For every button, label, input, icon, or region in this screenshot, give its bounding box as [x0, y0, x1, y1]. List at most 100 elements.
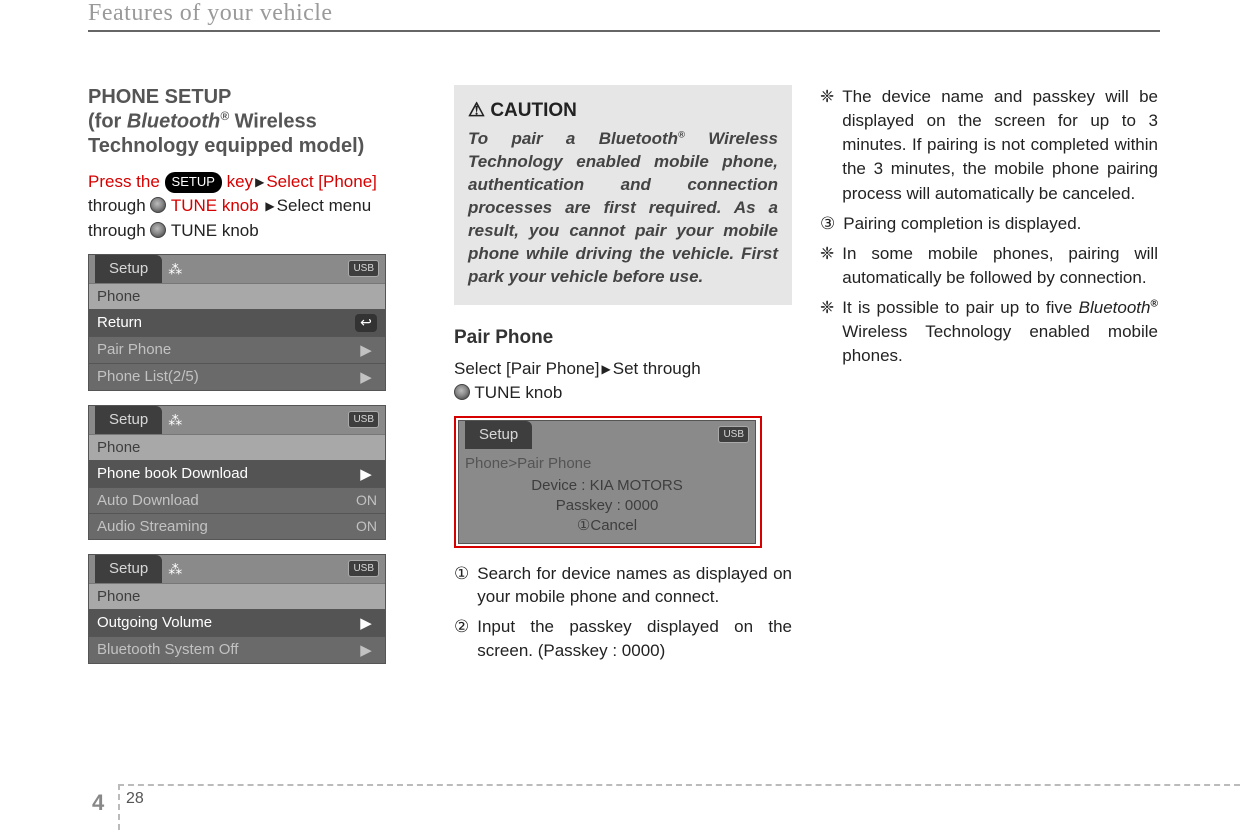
info-text-sup: ®: [1150, 298, 1158, 309]
footer-dashline: [118, 784, 1240, 786]
setup-key-icon: SETUP: [165, 172, 222, 193]
chevron-right-icon: ▶: [355, 368, 377, 386]
screen-topbar: Setup ⁂ USB: [89, 555, 385, 583]
caution-box: ⚠ CAUTION To pair a Bluetooth® Wireless …: [454, 85, 792, 305]
chevron-right-icon: ▶: [355, 465, 377, 483]
page: Features of your vehicle PHONE SETUP (fo…: [0, 0, 1240, 838]
screen-topbar: Setup USB: [459, 421, 755, 449]
row-label: Audio Streaming: [97, 518, 208, 535]
screen-row-auto-download: Auto Download ON: [89, 487, 385, 513]
info-item-2: ③ Pairing completion is displayed.: [820, 212, 1158, 236]
caution-body-pre: To pair a Bluetooth: [468, 129, 678, 148]
header-rule: [88, 30, 1160, 32]
section-title: PHONE SETUP (for Bluetooth® Wireless Tec…: [88, 85, 426, 158]
screen-row-bt-system-off: Bluetooth System Off ▶: [89, 636, 385, 663]
screen-body: Phone>Pair Phone Device : KIA MOTORS Pas…: [459, 449, 755, 543]
instr-select-phone: Select [Phone]: [266, 172, 377, 191]
instr-through2: through: [88, 221, 150, 240]
screen-pair-phone: Setup USB Phone>Pair Phone Device : KIA …: [458, 420, 756, 544]
instr-through1: through: [88, 196, 150, 215]
screen-passkey-line: Passkey : 0000: [465, 496, 749, 516]
step-number: ②: [454, 615, 469, 663]
title-line2: (for Bluetooth® Wireless Technology equi…: [88, 109, 426, 158]
caution-body-post: Wireless Technology enabled mobile phone…: [468, 129, 778, 286]
instr-select-menu: Select menu: [277, 196, 372, 215]
info-item-3: ❈ In some mobile phones, pairing will au…: [820, 242, 1158, 290]
row-label: Auto Download: [97, 492, 199, 509]
info-text: Pairing completion is displayed.: [843, 212, 1081, 236]
info-text-pre: It is possible to pair up to five: [842, 298, 1078, 317]
usb-icon: USB: [348, 260, 379, 277]
row-label: Phone book Download: [97, 465, 248, 482]
step-text: Input the passkey displayed on the scree…: [477, 615, 792, 663]
screen-subbar: Phone: [89, 434, 385, 460]
pair-phone-screen-redbox: Setup USB Phone>Pair Phone Device : KIA …: [454, 416, 762, 548]
screen-tab: Setup: [465, 421, 532, 449]
pair-phone-head: Pair Phone: [454, 327, 792, 349]
screen-phone-1: Setup ⁂ USB Phone Return ↩ Pair Phone ▶ …: [88, 254, 386, 391]
step-2: ② Input the passkey displayed on the scr…: [454, 615, 792, 663]
columns: PHONE SETUP (for Bluetooth® Wireless Tec…: [88, 85, 1160, 678]
info-text: In some mobile phones, pairing will auto…: [842, 242, 1158, 290]
instruction-block: Press the SETUP key ▶ Select [Phone] throu…: [88, 170, 426, 244]
screen-row-pair-phone: Pair Phone ▶: [89, 336, 385, 363]
title-line2-sup: ®: [220, 109, 229, 123]
warning-icon: ⚠: [468, 100, 485, 121]
instr-key-post: key: [222, 172, 253, 191]
triangle-icon: ▶: [265, 198, 274, 215]
chevron-right-icon: ▶: [355, 341, 377, 359]
pair-instr-pre: Select [Pair Phone]: [454, 359, 600, 378]
screen-row-outgoing-volume: Outgoing Volume ▶: [89, 609, 385, 636]
footer-dashcol: [118, 784, 120, 830]
caution-head-text: CAUTION: [490, 100, 577, 121]
caution-body-sup: ®: [678, 129, 685, 139]
chapter-number: 4: [92, 790, 104, 816]
usb-icon: USB: [718, 426, 749, 443]
screen-row-phonebook-download: Phone book Download ▶: [89, 460, 385, 487]
screen-subbar: Phone: [89, 583, 385, 609]
screen-row-audio-streaming: Audio Streaming ON: [89, 513, 385, 539]
row-value: ON: [356, 518, 377, 534]
row-label: Phone List(2/5): [97, 368, 199, 385]
screen-device-line: Device : KIA MOTORS: [465, 476, 749, 496]
row-label: Pair Phone: [97, 341, 171, 358]
info-item-4: ❈ It is possible to pair up to five Blue…: [820, 296, 1158, 368]
info-text: It is possible to pair up to five Blueto…: [842, 296, 1158, 368]
info-item-1: ❈ The device name and passkey will be di…: [820, 85, 1158, 206]
step-number: ①: [454, 562, 469, 610]
bluetooth-icon: ⁂: [168, 261, 180, 277]
knob-icon: [150, 197, 166, 213]
chevron-right-icon: ▶: [355, 641, 377, 659]
info-text-bt: Bluetooth: [1079, 298, 1151, 317]
screen-tab: Setup: [95, 406, 162, 434]
instr-press: Press the: [88, 172, 165, 191]
column-2: ⚠ CAUTION To pair a Bluetooth® Wireless …: [454, 85, 792, 678]
info-text-post: Wireless Technology enabled mobile phone…: [842, 322, 1158, 365]
back-icon: ↩: [355, 314, 377, 332]
column-1: PHONE SETUP (for Bluetooth® Wireless Tec…: [88, 85, 426, 678]
screen-tab: Setup: [95, 555, 162, 583]
caution-head: ⚠ CAUTION: [468, 99, 778, 122]
title-line1: PHONE SETUP: [88, 86, 231, 108]
title-line2-pre: (for: [88, 111, 127, 133]
screen-row-return: Return ↩: [89, 309, 385, 336]
title-line2-bt: Bluetooth: [127, 111, 220, 133]
screen-tab: Setup: [95, 255, 162, 283]
caution-body: To pair a Bluetooth® Wireless Technology…: [468, 128, 778, 289]
triangle-icon: ▶: [602, 361, 611, 378]
screen-topbar: Setup ⁂ USB: [89, 255, 385, 283]
page-number: 28: [126, 790, 144, 808]
chevron-right-icon: ▶: [355, 614, 377, 632]
screen-center: Device : KIA MOTORS Passkey : 0000 ①Canc…: [465, 476, 749, 537]
usb-icon: USB: [348, 560, 379, 577]
screen-phone-2: Setup ⁂ USB Phone Phone book Download ▶ …: [88, 405, 386, 540]
step-1: ① Search for device names as displayed o…: [454, 562, 792, 610]
header-title: Features of your vehicle: [88, 0, 333, 27]
row-label: Outgoing Volume: [97, 614, 212, 631]
screen-row-phone-list: Phone List(2/5) ▶: [89, 363, 385, 390]
knob-icon: [150, 222, 166, 238]
bluetooth-icon: ⁂: [168, 561, 180, 577]
pair-instr-line2: TUNE knob: [470, 383, 562, 402]
column-3: ❈ The device name and passkey will be di…: [820, 85, 1158, 678]
step-number: ③: [820, 212, 835, 236]
